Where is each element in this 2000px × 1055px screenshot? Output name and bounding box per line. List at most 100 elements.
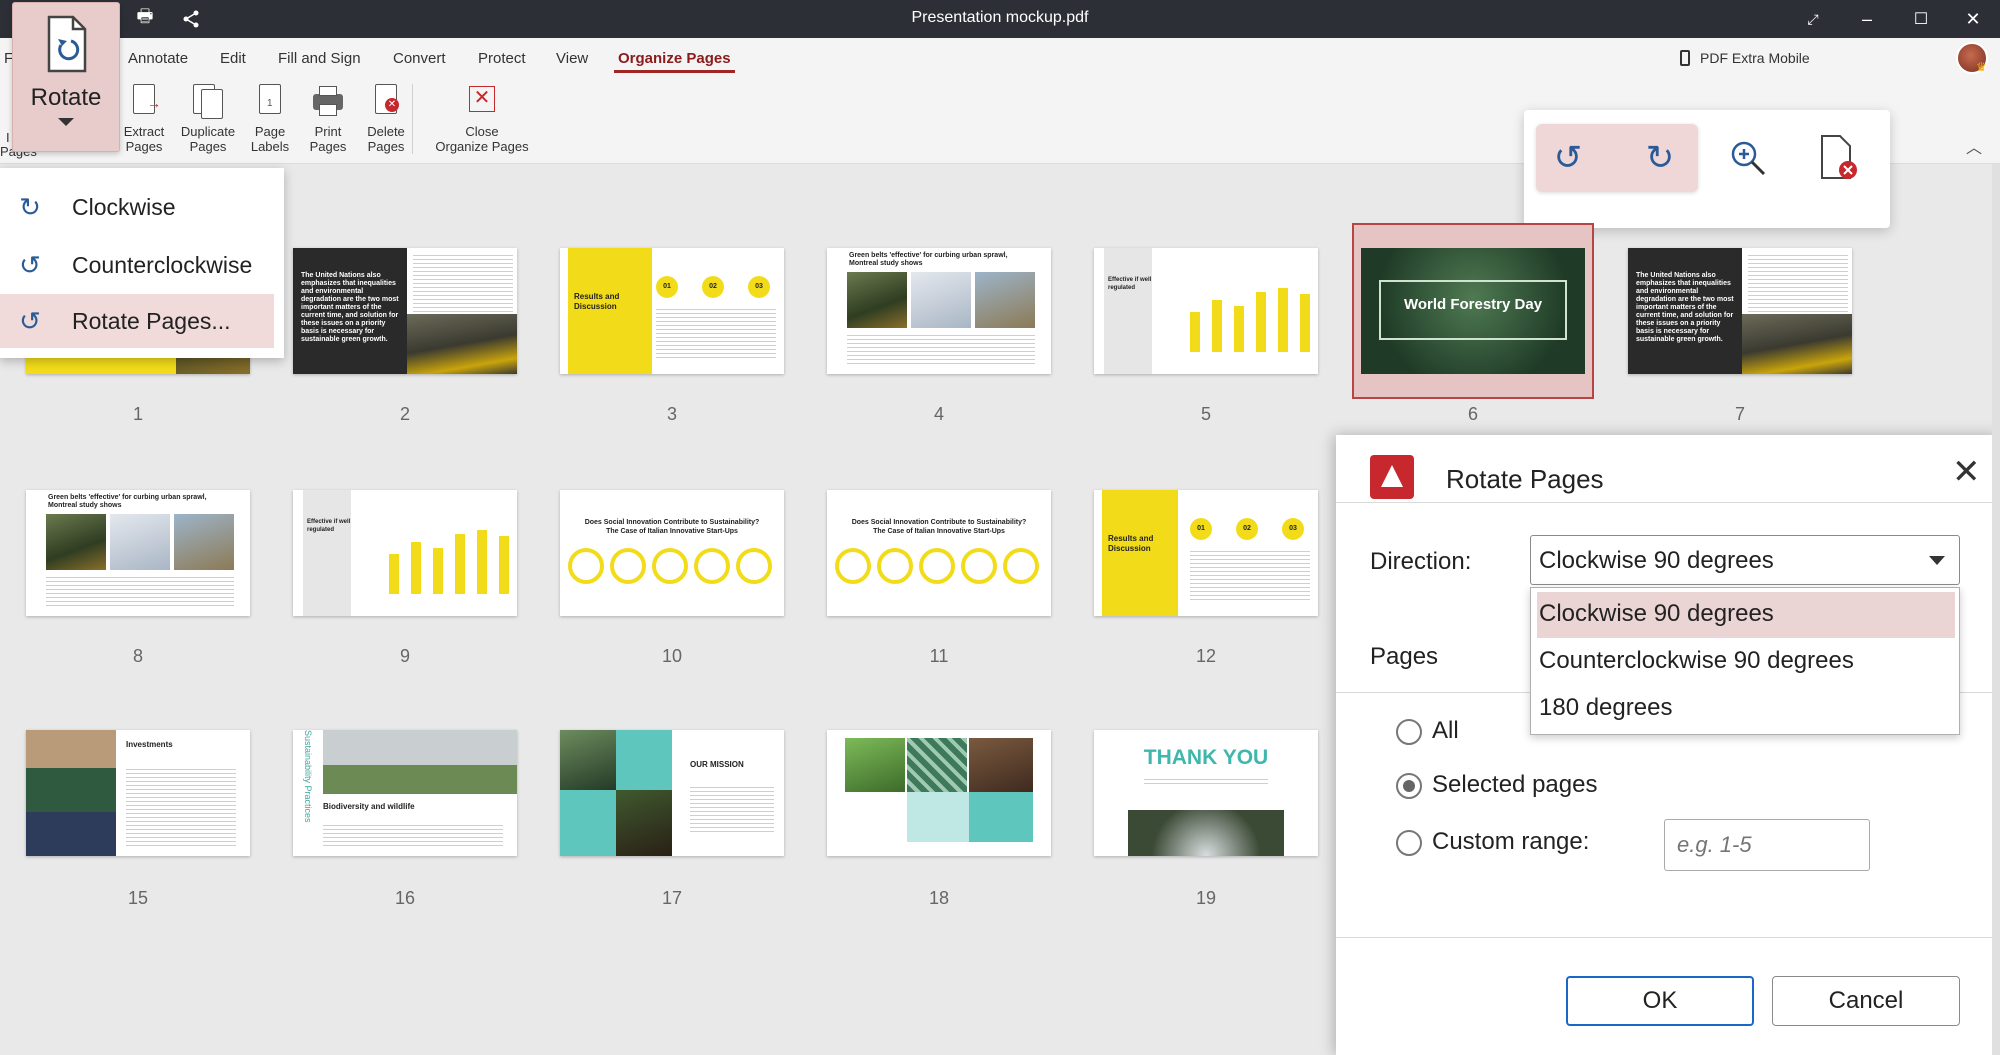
zoom-in-icon[interactable] <box>1724 134 1772 182</box>
page-thumbnail-5[interactable]: Effective if well regulated <box>1094 248 1318 374</box>
delete-icon: ✕ <box>371 84 401 120</box>
page-number: 6 <box>1467 404 1478 424</box>
page-number: 9 <box>399 646 410 666</box>
page-number: 7 <box>1734 404 1745 424</box>
p5-title: Effective if well regulated <box>1108 277 1152 291</box>
pdf-extra-mobile-link[interactable]: PDF Extra Mobile <box>1680 50 1810 66</box>
page-thumbnail-12[interactable]: Results and Discussion 01 02 03 <box>1094 490 1318 616</box>
delete-pages-button[interactable]: ✕ Delete Pages <box>354 84 418 154</box>
p9-title: Effective if well regulated <box>307 519 351 533</box>
ok-button[interactable]: OK <box>1566 976 1754 1026</box>
p19-title: THANK YOU <box>1143 746 1269 769</box>
option-clockwise-90[interactable]: Clockwise 90 degrees <box>1537 592 1955 638</box>
chevron-down-icon <box>58 118 74 126</box>
rotate-dropdown-menu: ↻ Clockwise ↺ Counterclockwise ↺ Rotate … <box>0 168 284 358</box>
scrollbar[interactable] <box>1992 164 2000 1055</box>
page-thumbnail-15[interactable]: Investments <box>26 730 250 856</box>
phone-icon <box>1680 50 1690 66</box>
direction-select[interactable]: Clockwise 90 degrees <box>1530 535 1960 585</box>
duplicate-pages-button[interactable]: Duplicate Pages <box>176 84 240 154</box>
fullscreen-icon[interactable]: ⤢ <box>1786 0 1840 38</box>
page-thumbnail-3[interactable]: Results and Discussion 01 02 03 <box>560 248 784 374</box>
page-thumbnail-19[interactable]: THANK YOU <box>1094 730 1318 856</box>
maximize-button[interactable]: ☐ <box>1894 0 1948 38</box>
page-thumbnail-8[interactable]: Green belts 'effective' for curbing urba… <box>26 490 250 616</box>
rotate-page-icon <box>47 15 87 73</box>
extract-label-1: Extract <box>123 124 165 139</box>
menu-item-rotate-pages[interactable]: ↺ Rotate Pages... <box>0 294 274 348</box>
cancel-button[interactable]: Cancel <box>1772 976 1960 1026</box>
p7-quote: The United Nations also emphasizes that … <box>1628 248 1742 374</box>
menu-organize-pages[interactable]: Organize Pages <box>614 50 735 73</box>
ribbon-separator <box>412 84 413 154</box>
p11-title: Does Social Innovation Contribute to Sus… <box>851 519 1027 535</box>
p17-title: OUR MISSION <box>690 760 744 769</box>
rotate-pages-label: Rotate Pages... <box>72 307 231 334</box>
rotate-counterclockwise-icon[interactable]: ↺ <box>1544 134 1592 182</box>
radio-all-label: All <box>1432 717 1459 744</box>
rotate-clockwise-icon[interactable]: ↻ <box>1636 134 1684 182</box>
radio-all[interactable] <box>1396 719 1422 745</box>
delete-page-icon[interactable] <box>1814 134 1862 182</box>
menu-protect[interactable]: Protect <box>478 50 526 67</box>
radio-selected-pages[interactable] <box>1396 773 1422 799</box>
page-thumbnail-16[interactable]: Sustainability Practices Biodiversity an… <box>293 730 517 856</box>
p12-badge-1: 01 <box>1190 518 1212 540</box>
menu-item-counterclockwise[interactable]: ↺ Counterclockwise <box>0 238 274 292</box>
close-icon[interactable]: ✕ <box>1952 455 1981 489</box>
app-logo-icon <box>1370 455 1414 499</box>
menu-item-clockwise[interactable]: ↻ Clockwise <box>0 180 274 234</box>
page-labels-button[interactable]: 1 Page Labels <box>238 84 302 154</box>
page-labels-icon: 1 <box>255 84 285 120</box>
option-counterclockwise-90[interactable]: Counterclockwise 90 degrees <box>1537 639 1955 685</box>
close-organize-pages-button[interactable]: ✕ Close Organize Pages <box>432 84 532 154</box>
clockwise-label: Clockwise <box>72 193 176 220</box>
direction-label: Direction: <box>1370 548 1472 575</box>
menu-annotate[interactable]: Annotate <box>128 50 188 67</box>
custom-range-input[interactable] <box>1664 819 1870 871</box>
menu-convert[interactable]: Convert <box>393 50 446 67</box>
p3-title: Results and Discussion <box>574 292 620 311</box>
minimize-button[interactable]: – <box>1840 0 1894 38</box>
page-thumbnail-10[interactable]: Does Social Innovation Contribute to Sus… <box>560 490 784 616</box>
counterclockwise-label: Counterclockwise <box>72 251 253 278</box>
page-thumbnail-7[interactable]: The United Nations also emphasizes that … <box>1628 248 1852 374</box>
close-window-button[interactable]: ✕ <box>1946 0 2000 38</box>
dialog-divider <box>1336 502 2000 503</box>
page-number: 16 <box>394 888 416 908</box>
close-label-2: Organize Pages <box>435 139 529 154</box>
page-thumbnail-17[interactable]: OUR MISSION <box>560 730 784 856</box>
rotate-button[interactable]: Rotate <box>12 2 120 152</box>
page-number: 12 <box>1195 646 1217 666</box>
menu-edit[interactable]: Edit <box>220 50 246 67</box>
p8-title: Green belts 'effective' for curbing urba… <box>48 494 207 509</box>
option-180[interactable]: 180 degrees <box>1537 686 1955 732</box>
page-thumbnail-11[interactable]: Does Social Innovation Contribute to Sus… <box>827 490 1051 616</box>
print-label-1: Print <box>314 124 342 139</box>
print-pages-button[interactable]: Print Pages <box>296 84 360 154</box>
page-number: 5 <box>1200 404 1211 424</box>
page-thumbnail-4[interactable]: Green belts 'effective' for curbing urba… <box>827 248 1051 374</box>
page-number: 15 <box>127 888 149 908</box>
print-icon <box>313 84 343 120</box>
print-label-2: Pages <box>309 139 347 154</box>
page-floating-toolbar: ↺ ↻ <box>1524 110 1890 228</box>
window-title: Presentation mockup.pdf <box>911 9 1089 26</box>
menu-fill-and-sign[interactable]: Fill and Sign <box>278 50 361 67</box>
page-thumbnail-18[interactable] <box>827 730 1051 856</box>
delete-label-1: Delete <box>367 124 405 139</box>
menu-view[interactable]: View <box>556 50 588 67</box>
extract-label-2: Pages <box>125 139 163 154</box>
p10-title: Does Social Innovation Contribute to Sus… <box>584 519 760 535</box>
chevron-up-icon[interactable]: ︿ <box>1966 134 1982 158</box>
extract-pages-button[interactable]: → Extract Pages <box>112 84 176 154</box>
page-thumbnail-6[interactable]: World Forestry Day <box>1361 248 1585 374</box>
page-thumbnail-9[interactable]: Effective if well regulated <box>293 490 517 616</box>
direction-value: Clockwise 90 degrees <box>1539 547 1774 574</box>
radio-custom-range[interactable] <box>1396 830 1422 856</box>
dialog-title: Rotate Pages <box>1446 464 1604 494</box>
p6-title: World Forestry Day <box>1403 296 1543 313</box>
rotate-counterclockwise-icon: ↺ <box>19 249 41 280</box>
pages-label: Pages <box>1370 643 1439 670</box>
page-thumbnail-2[interactable]: The United Nations also emphasizes that … <box>293 248 517 374</box>
